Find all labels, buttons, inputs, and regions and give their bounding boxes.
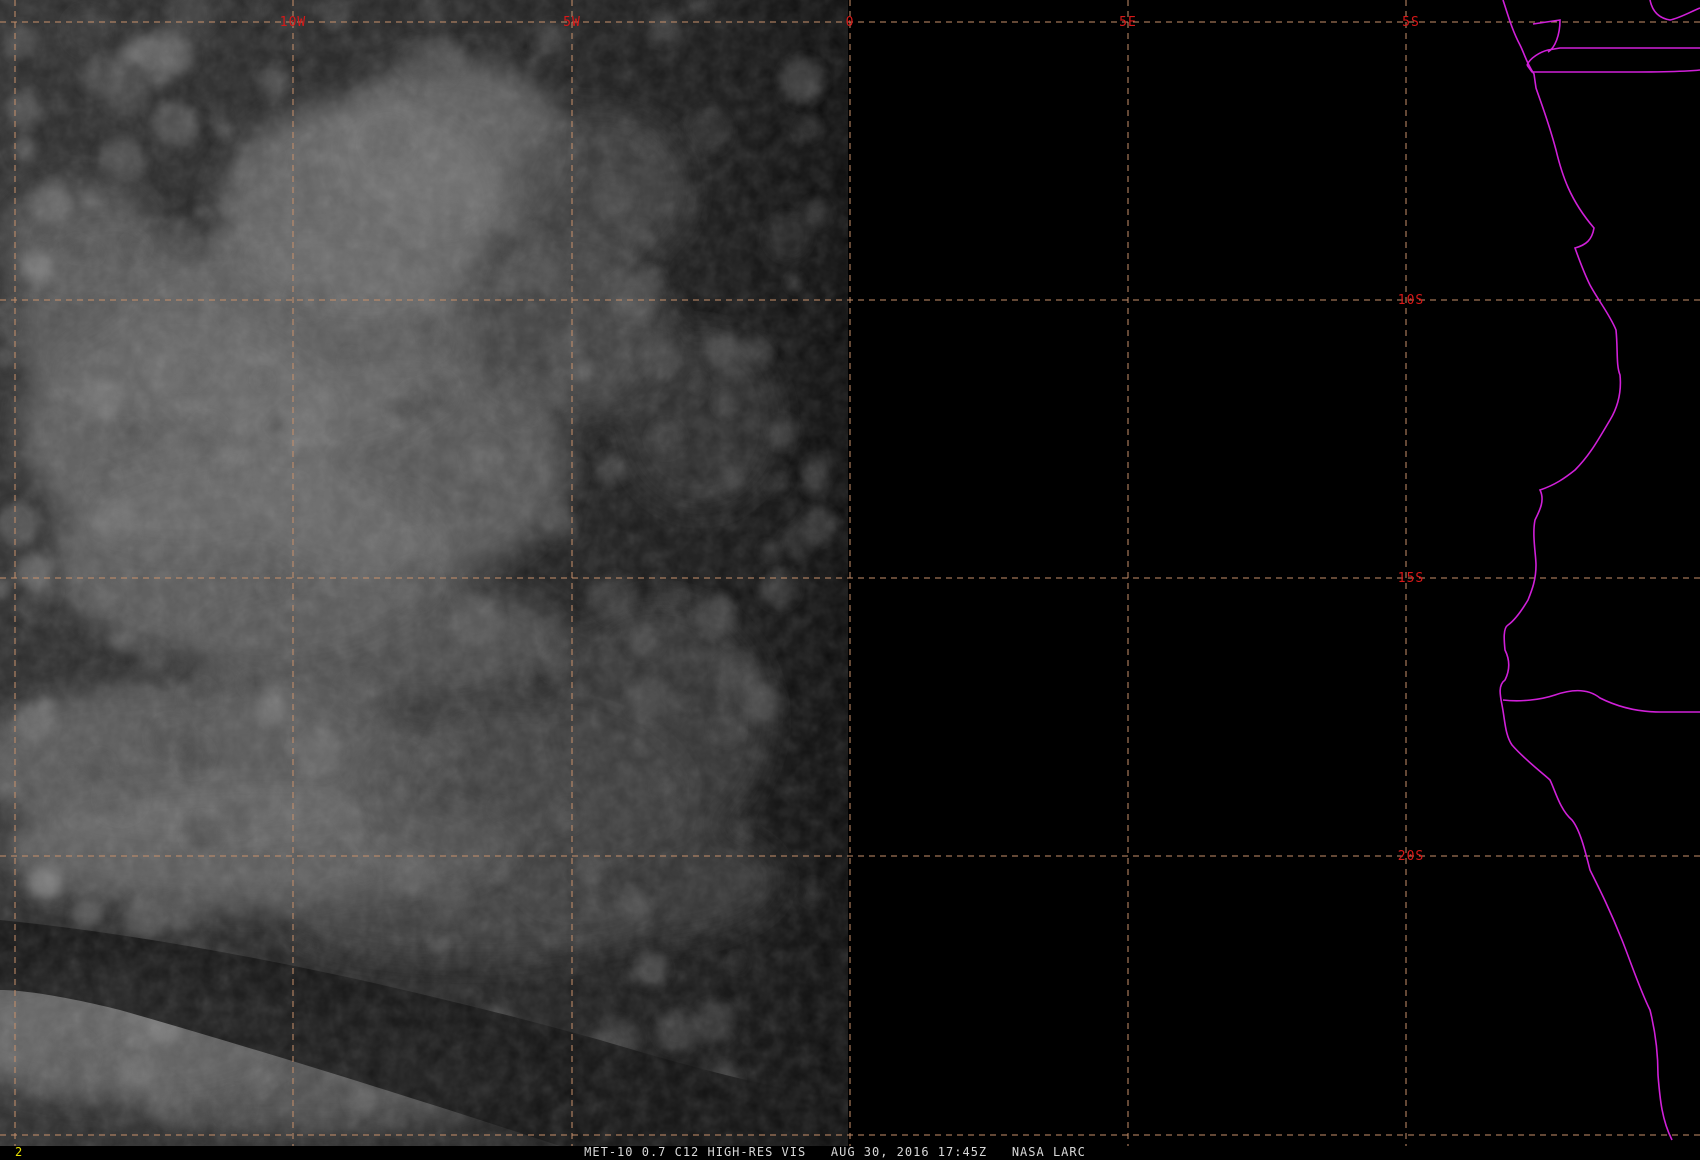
africa-coastline — [1499, 0, 1673, 1141]
latitude-label: 10S — [1398, 293, 1424, 308]
longitude-label: 0 — [846, 15, 855, 30]
image-caption: MET-10 0.7 C12 HIGH-RES VIS AUG 30, 2016… — [584, 1145, 1086, 1159]
border-north-4 — [1649, 0, 1700, 21]
longitude-label: 5E — [1119, 15, 1137, 30]
satellite-map-viewer: 10W 5W 0 5E 5S 10S 15S 20S 2 MET-10 0.7 C12 HIG… — [0, 0, 1700, 1160]
frame-number: 2 — [15, 1145, 23, 1159]
latitude-label: 15S — [1398, 571, 1424, 586]
coastline — [1499, 0, 1700, 1141]
border-north-2 — [1526, 64, 1700, 73]
satellite-image[interactable]: 10W 5W 0 5E 5S 10S 15S 20S 2 MET-10 0.7 C12 HIG… — [0, 0, 1700, 1160]
latitude-label: 20S — [1398, 849, 1424, 864]
border-south — [1502, 689, 1700, 713]
longitude-label: 5W — [563, 15, 581, 30]
daylight-imagery — [0, 0, 848, 1146]
border-north-1 — [1526, 47, 1700, 66]
latitude-label: 5S — [1402, 15, 1420, 30]
longitude-label: 10W — [280, 15, 306, 30]
border-north-3 — [1532, 19, 1561, 53]
